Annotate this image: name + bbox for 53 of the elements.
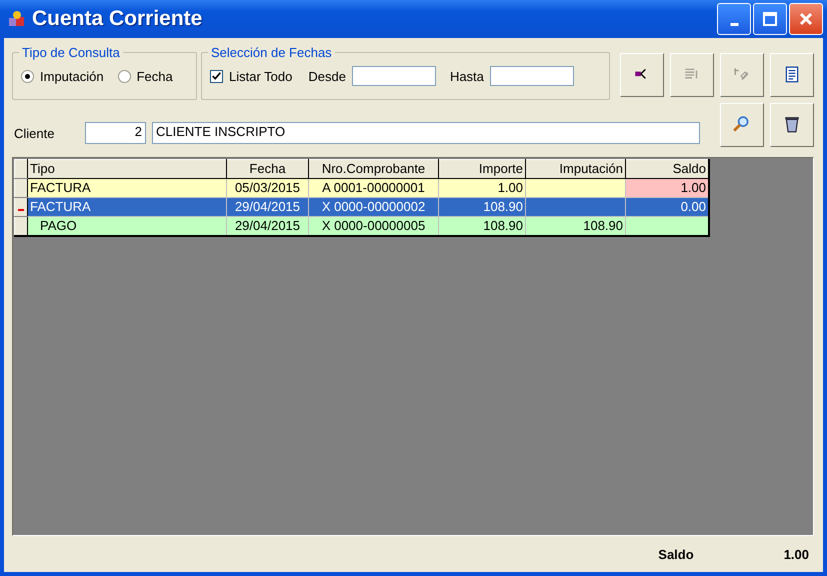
table-cell: 108.90	[438, 198, 526, 216]
minimize-icon	[730, 22, 738, 26]
group-legend: Selección de Fechas	[208, 45, 335, 60]
client-label: Cliente	[13, 126, 56, 140]
client-name-field[interactable]: CLIENTE INSCRIPTO	[152, 122, 700, 144]
table-cell: 29/04/2015	[226, 216, 308, 236]
to-date-field[interactable]	[490, 66, 574, 86]
client-code-field[interactable]: 2	[85, 122, 146, 144]
tree-button[interactable]	[620, 53, 664, 97]
checkbox-label[interactable]: Listar Todo	[229, 68, 292, 84]
blocks-icon	[7, 9, 27, 29]
to-label: Hasta	[450, 68, 484, 84]
table-cell: 0.00	[626, 198, 709, 216]
document-button[interactable]	[770, 53, 814, 97]
row-selector-mark	[18, 209, 24, 211]
column-header[interactable]: Importe	[438, 160, 526, 178]
table-cell: 1.00	[438, 178, 526, 198]
from-date-field[interactable]	[352, 66, 436, 86]
table-cell: X 0000-00000002	[308, 198, 438, 216]
close-button[interactable]	[789, 3, 823, 35]
column-header[interactable]: Saldo	[626, 160, 709, 178]
checkbox[interactable]	[210, 70, 223, 82]
table-cell: PAGO	[28, 216, 226, 236]
table-cell: 108.90	[526, 216, 626, 236]
table-cell: A 0001-00000001	[308, 178, 438, 198]
option-label[interactable]: Fecha	[136, 68, 173, 84]
window-title: Cuenta Corriente	[32, 7, 204, 31]
column-header[interactable]: Tipo	[28, 160, 226, 178]
from-label: Desde	[308, 68, 346, 84]
search-icon	[733, 116, 751, 134]
table-cell: 108.90	[438, 216, 526, 236]
column-header[interactable]: Fecha	[226, 160, 308, 178]
table-cell: 05/03/2015	[226, 178, 308, 198]
table-cell: X 0000-00000005	[308, 216, 438, 236]
table-cell: FACTURA	[28, 198, 226, 216]
table-cell: FACTURA	[28, 178, 226, 198]
option-label[interactable]: Imputación	[40, 68, 104, 84]
total-label: Saldo	[658, 546, 694, 562]
minimize-button[interactable]	[717, 3, 751, 35]
total-value: 1.00	[784, 546, 809, 562]
trash-button[interactable]	[770, 103, 814, 147]
maximize-button[interactable]	[753, 3, 787, 35]
table-cell: 29/04/2015	[226, 198, 308, 216]
column-header[interactable]: Imputación	[526, 160, 626, 178]
group-legend: Tipo de Consulta	[19, 45, 123, 60]
table-cell: 1.00	[626, 178, 709, 198]
column-header[interactable]: Nro.Comprobante	[308, 160, 438, 178]
radio-button[interactable]	[21, 70, 34, 82]
trash-icon	[783, 116, 801, 134]
document-icon	[783, 66, 801, 84]
search-button[interactable]	[720, 103, 764, 147]
maximize-icon	[760, 9, 780, 29]
radio-button[interactable]	[118, 70, 131, 82]
